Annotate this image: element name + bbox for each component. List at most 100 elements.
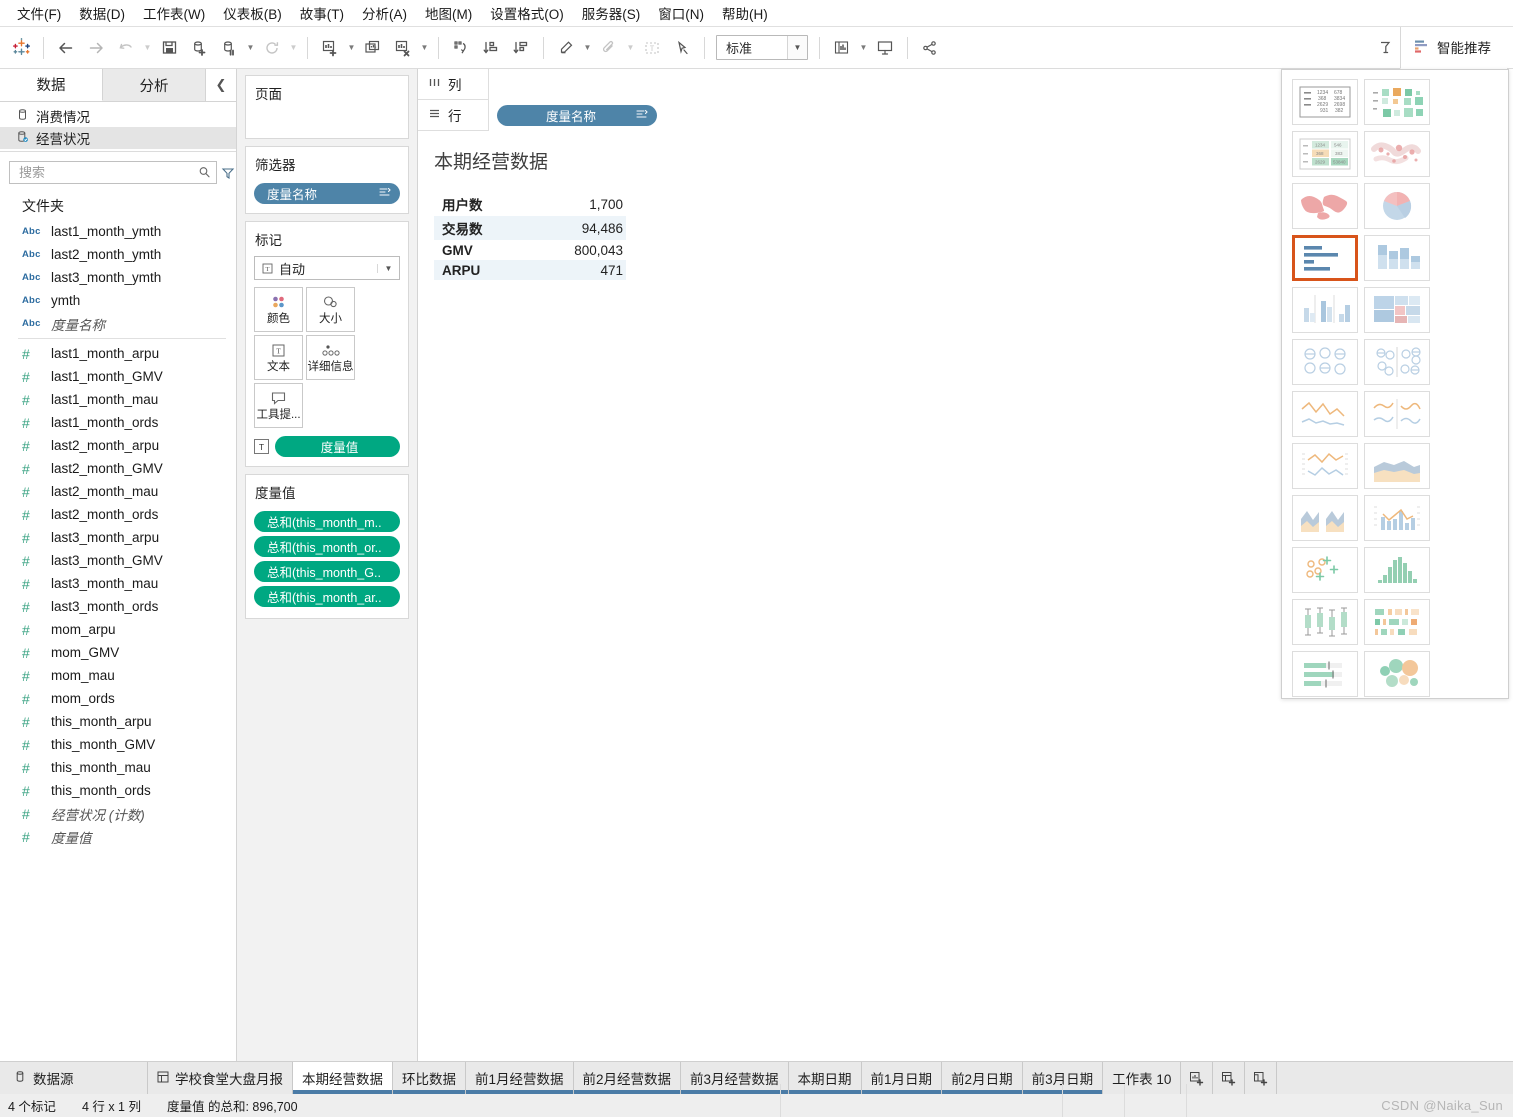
clear-sheet-icon[interactable]: [388, 33, 418, 63]
menu-item-story[interactable]: 故事(T): [291, 0, 353, 26]
filters-drop-zone[interactable]: 度量名称: [246, 177, 408, 213]
marks-detail-button[interactable]: 详细信息: [306, 335, 355, 380]
show-me-gantt[interactable]: [1364, 599, 1430, 645]
sheet-tab-month2-date[interactable]: 前2月日期: [942, 1062, 1023, 1094]
mark-type-dropdown-icon[interactable]: ▼: [377, 263, 399, 273]
field-ymth[interactable]: Abc ymth: [0, 289, 236, 312]
highlight-dropdown-icon[interactable]: ▼: [581, 33, 594, 63]
sheet-tab-month1-date[interactable]: 前1月日期: [861, 1062, 943, 1094]
show-me-box-and-whisker[interactable]: [1292, 599, 1358, 645]
sheet-tab-mom-data[interactable]: 环比数据: [393, 1062, 466, 1094]
fit-select-arrow-icon[interactable]: ▼: [787, 36, 807, 59]
show-me-circle-views[interactable]: [1292, 339, 1358, 385]
measure-value-pill-gmv[interactable]: 总和(this_month_G..: [254, 561, 400, 582]
collapse-pane-icon[interactable]: ❮: [206, 69, 236, 101]
back-icon[interactable]: [51, 33, 81, 63]
show-me-side-by-side-circles[interactable]: [1364, 339, 1430, 385]
mark-type-select[interactable]: T 自动 ▼: [254, 256, 400, 280]
refresh-icon[interactable]: [257, 33, 287, 63]
field-mom-arpu[interactable]: # mom_arpu: [0, 618, 236, 641]
field-measure-names[interactable]: Abc 度量名称: [0, 312, 236, 335]
tab-data[interactable]: 数据: [0, 69, 103, 101]
show-me-scatter-plot[interactable]: [1292, 547, 1358, 593]
pill-menu-icon[interactable]: [379, 187, 391, 200]
field-mom-mau[interactable]: # mom_mau: [0, 664, 236, 687]
menu-item-file[interactable]: 文件(F): [8, 0, 70, 26]
show-me-text-table[interactable]: 1234 678 368 3834 2629 2698 931 382: [1292, 79, 1358, 125]
show-me-stacked-bars[interactable]: [1364, 235, 1430, 281]
refresh-dropdown-icon[interactable]: ▼: [287, 33, 300, 63]
fit-select[interactable]: 标准 ▼: [716, 35, 808, 60]
field-last3-month-ords[interactable]: # last3_month_ords: [0, 595, 236, 618]
swap-rows-columns-icon[interactable]: [446, 33, 476, 63]
field-mom-gmv[interactable]: # mom_GMV: [0, 641, 236, 664]
field-this-month-gmv[interactable]: # this_month_GMV: [0, 733, 236, 756]
tableau-logo-icon[interactable]: [6, 33, 36, 63]
field-operations-count[interactable]: # 经营状况 (计数): [0, 802, 236, 825]
menu-item-format[interactable]: 设置格式(O): [481, 0, 573, 26]
field-last2-month-ords[interactable]: # last2_month_ords: [0, 503, 236, 526]
show-me-button[interactable]: 智能推荐: [1400, 26, 1507, 69]
marks-tooltip-button[interactable]: 工具提...: [254, 383, 303, 428]
pill-menu-icon[interactable]: [636, 109, 648, 122]
new-worksheet-icon[interactable]: [315, 33, 345, 63]
field-last3-month-gmv[interactable]: # last3_month_GMV: [0, 549, 236, 572]
show-me-area-continuous[interactable]: [1364, 443, 1430, 489]
highlight-icon[interactable]: [551, 33, 581, 63]
field-measure-values[interactable]: # 度量值: [0, 825, 236, 848]
filter-icon[interactable]: [221, 162, 235, 184]
sheet-tab-month3-data[interactable]: 前3月经营数据: [681, 1062, 789, 1094]
field-this-month-arpu[interactable]: # this_month_arpu: [0, 710, 236, 733]
tab-analytics[interactable]: 分析: [103, 69, 206, 101]
field-last2-month-mau[interactable]: # last2_month_mau: [0, 480, 236, 503]
show-me-pie-chart[interactable]: [1364, 183, 1430, 229]
show-me-filled-map[interactable]: [1292, 183, 1358, 229]
field-last2-month-ymth[interactable]: Abc last2_month_ymth: [0, 243, 236, 266]
field-last1-month-ymth[interactable]: Abc last1_month_ymth: [0, 220, 236, 243]
show-me-area-discrete[interactable]: [1292, 495, 1358, 541]
menu-item-help[interactable]: 帮助(H): [713, 0, 777, 26]
pause-data-source-icon[interactable]: [214, 33, 244, 63]
pages-drop-zone[interactable]: [246, 106, 408, 117]
show-me-side-by-side-bars[interactable]: [1292, 287, 1358, 333]
show-me-dual-combination[interactable]: [1364, 495, 1430, 541]
show-me-heat-map[interactable]: [1364, 79, 1430, 125]
measure-value-pill-arpu[interactable]: 总和(this_month_ar..: [254, 586, 400, 607]
measure-value-pill-mau[interactable]: 总和(this_month_m..: [254, 511, 400, 532]
sheet-tab-month3-date[interactable]: 前3月日期: [1022, 1062, 1104, 1094]
marks-size-button[interactable]: 大小: [306, 287, 355, 332]
fix-axes-icon[interactable]: [667, 33, 697, 63]
show-hide-cards-dropdown-icon[interactable]: ▼: [857, 33, 870, 63]
menu-item-analysis[interactable]: 分析(A): [353, 0, 416, 26]
sheet-tab-dashboard[interactable]: 学校食堂大盘月报: [148, 1062, 293, 1094]
measure-values-drop-zone[interactable]: 总和(this_month_m.. 总和(this_month_or.. 总和(…: [246, 505, 408, 616]
show-me-treemap[interactable]: [1364, 287, 1430, 333]
rows-pill-measure-names[interactable]: 度量名称: [497, 104, 657, 126]
show-me-bullet-graph[interactable]: [1292, 651, 1358, 697]
duplicate-sheet-icon[interactable]: [358, 33, 388, 63]
sheet-tab-worksheet-10[interactable]: 工作表 10: [1103, 1062, 1182, 1094]
data-source-tab[interactable]: 数据源: [0, 1062, 148, 1094]
sheet-tab-month2-data[interactable]: 前2月经营数据: [573, 1062, 682, 1094]
sheet-tab-month1-data[interactable]: 前1月经营数据: [466, 1062, 574, 1094]
menu-item-worksheet[interactable]: 工作表(W): [134, 0, 214, 26]
new-worksheet-dropdown-icon[interactable]: ▼: [345, 33, 358, 63]
presentation-mode-icon[interactable]: [870, 33, 900, 63]
field-last1-month-ords[interactable]: # last1_month_ords: [0, 411, 236, 434]
table-row[interactable]: GMV 800,043: [434, 240, 626, 260]
table-row[interactable]: 交易数 94,486: [434, 216, 626, 240]
undo-dropdown-icon[interactable]: ▼: [141, 33, 154, 63]
show-me-histogram[interactable]: [1364, 547, 1430, 593]
save-icon[interactable]: [154, 33, 184, 63]
field-last2-month-gmv[interactable]: # last2_month_GMV: [0, 457, 236, 480]
show-me-horizontal-bars[interactable]: [1292, 235, 1358, 281]
sort-ascending-icon[interactable]: [476, 33, 506, 63]
new-story-tab-icon[interactable]: [1245, 1062, 1278, 1094]
menu-item-dashboard[interactable]: 仪表板(B): [214, 0, 291, 26]
sheet-tab-current-date[interactable]: 本期日期: [788, 1062, 862, 1094]
menu-item-data[interactable]: 数据(D): [70, 0, 134, 26]
table-row[interactable]: ARPU 471: [434, 260, 626, 280]
field-last3-month-mau[interactable]: # last3_month_mau: [0, 572, 236, 595]
show-me-highlight-table[interactable]: 1234 546 368 383 2629 53840: [1292, 131, 1358, 177]
data-source-item-consumption[interactable]: 消费情况: [0, 105, 236, 127]
